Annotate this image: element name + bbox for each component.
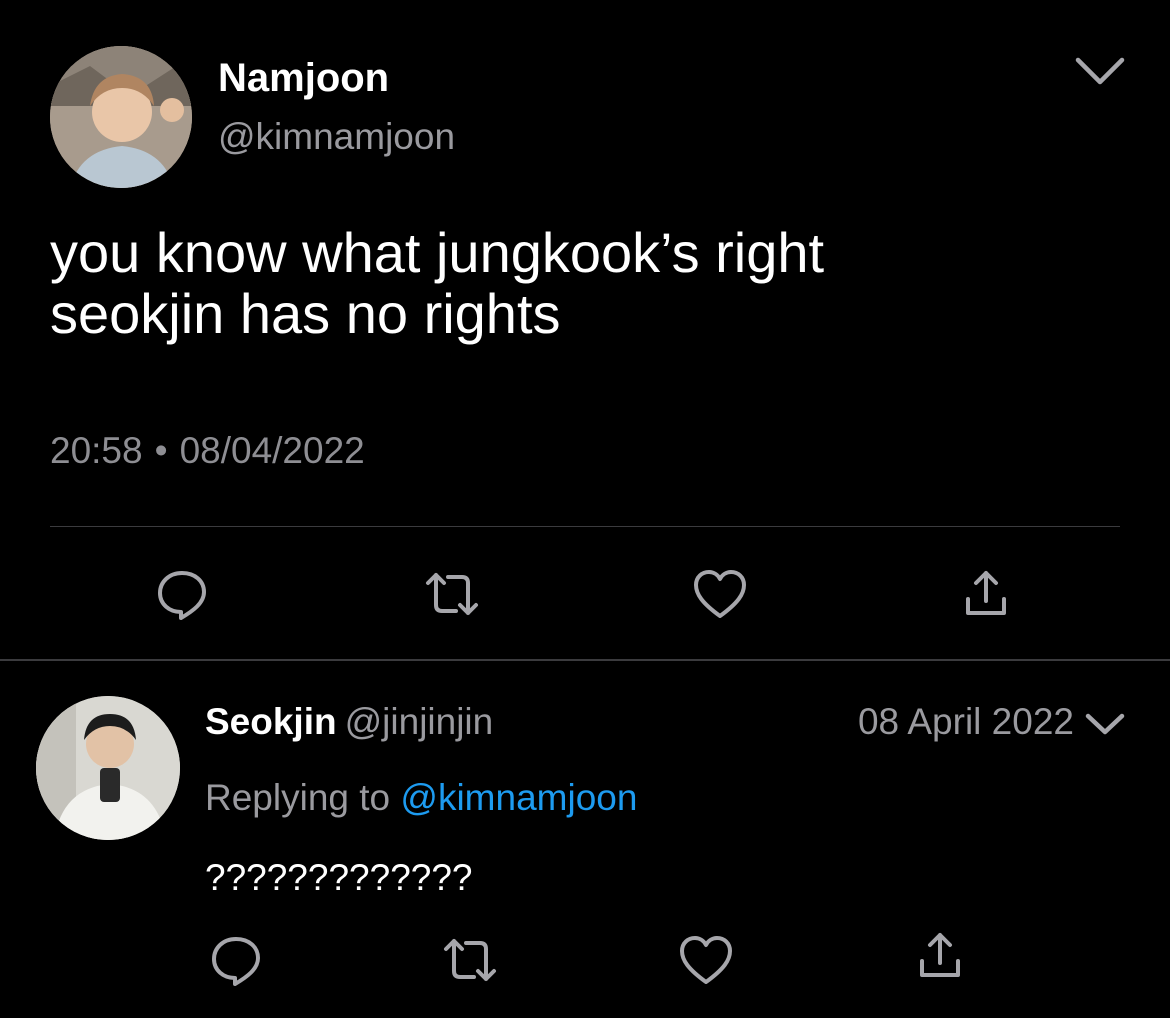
tweet-timestamp: 20:58 • 08/04/2022	[50, 428, 365, 474]
share-icon[interactable]	[910, 926, 970, 986]
retweet-icon[interactable]	[422, 564, 482, 624]
avatar[interactable]	[50, 46, 192, 188]
chevron-down-icon[interactable]	[1074, 54, 1126, 88]
chevron-down-icon[interactable]	[1084, 710, 1126, 738]
tweet-text: you know what jungkook’s right seokjin h…	[50, 222, 824, 344]
author-name[interactable]: Seokjin	[205, 701, 337, 742]
tweet-thread: Namjoon @kimnamjoon you know what jungko…	[0, 0, 1170, 1018]
reply-icon[interactable]	[152, 564, 212, 624]
reply-icon[interactable]	[206, 930, 266, 990]
author-handle[interactable]: @kimnamjoon	[218, 116, 455, 158]
share-icon[interactable]	[956, 564, 1016, 624]
divider	[0, 659, 1170, 661]
avatar[interactable]	[36, 696, 180, 840]
reply-text: ?????????????	[205, 857, 473, 898]
author-handle[interactable]: @jinjinjin	[345, 701, 494, 742]
reply-date: 08 April 2022	[857, 701, 1074, 742]
author-name[interactable]: Namjoon	[218, 56, 389, 100]
like-icon[interactable]	[676, 930, 736, 990]
divider	[50, 526, 1120, 527]
like-icon[interactable]	[690, 564, 750, 624]
meta-separator: •	[154, 430, 168, 471]
retweet-icon[interactable]	[440, 930, 500, 990]
tweet-text-line: you know what jungkook’s right	[50, 221, 825, 284]
replying-to-label: Replying to	[205, 777, 391, 818]
tweet-text-line: seokjin has no rights	[50, 282, 561, 345]
tweet-date: 08/04/2022	[179, 430, 365, 471]
tweet-time: 20:58	[50, 430, 143, 471]
reply-author: Seokjin @jinjinjin	[205, 700, 493, 744]
mention-link[interactable]: @kimnamjoon	[400, 777, 637, 818]
replying-to: Replying to @kimnamjoon	[205, 776, 637, 820]
